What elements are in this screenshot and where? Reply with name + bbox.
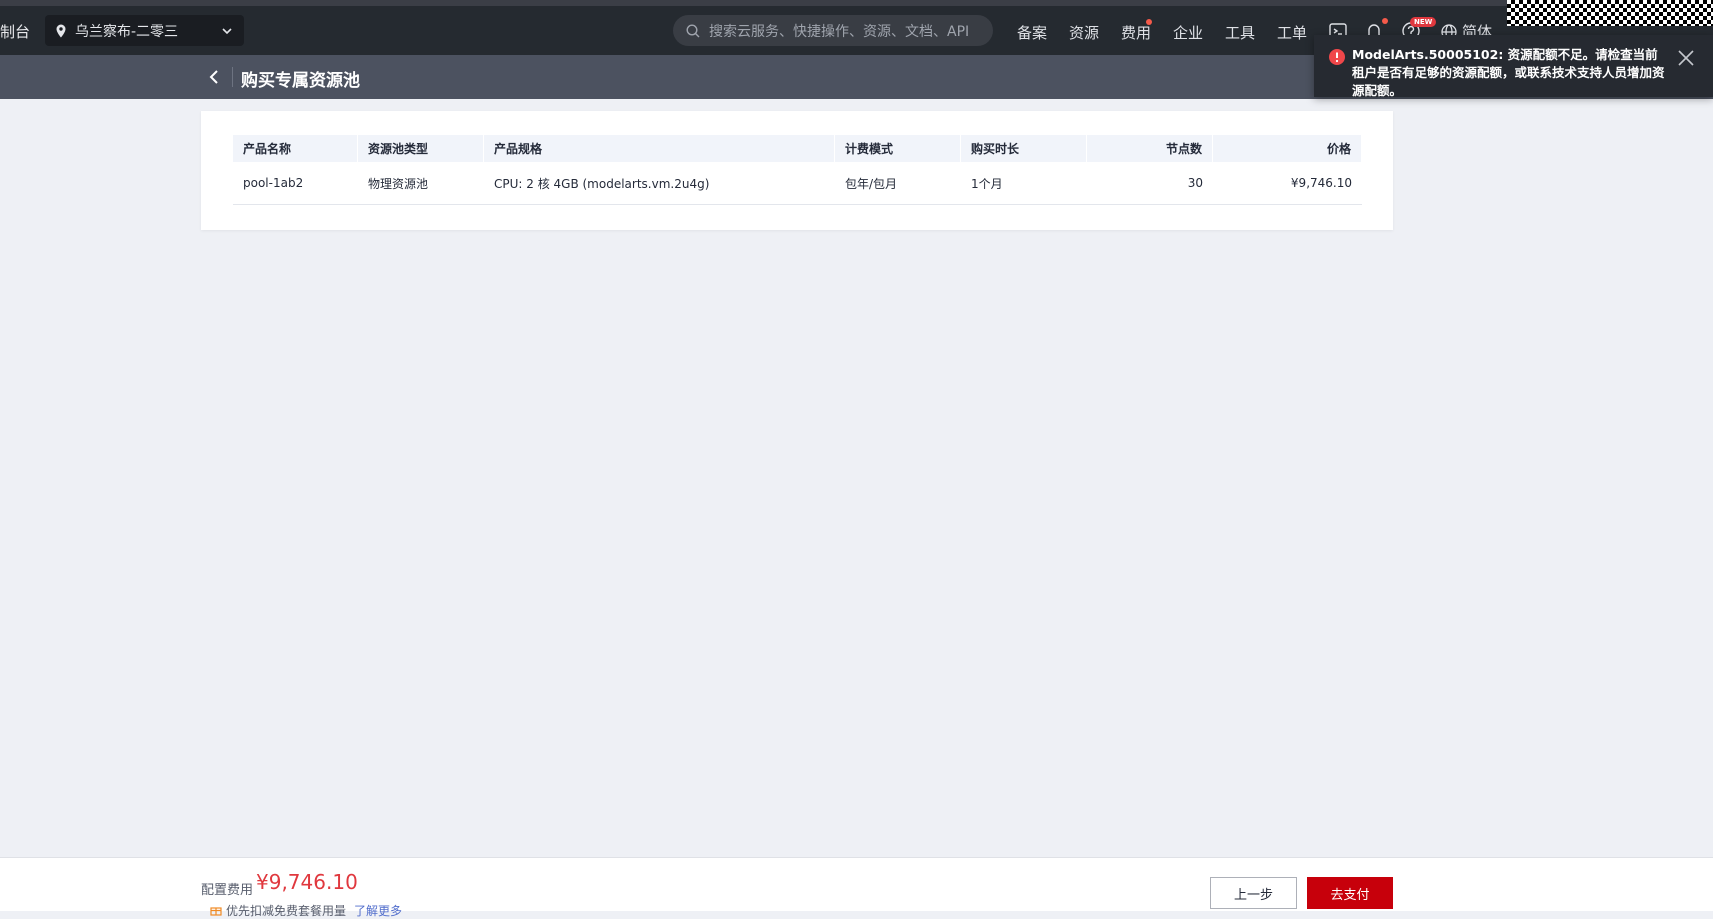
error-toast: ModelArts.50005102: 资源配额不足。请检查当前租户是否有足够的… [1314,35,1713,98]
learn-more-link[interactable]: 了解更多 [354,904,402,918]
cell-product-name: pool-1ab2 [243,176,304,190]
bell-notification-dot [1382,18,1388,24]
order-summary-card: 产品名称 资源池类型 产品规格 计费模式 购买时长 节点数 价格 pool-1a… [201,111,1393,230]
redacted-area [1507,0,1713,26]
cell-price: ¥9,746.10 [1290,176,1352,190]
search-placeholder: 搜索云服务、快捷操作、资源、文档、API [709,23,970,40]
table-header-row: 产品名称 资源池类型 产品规格 计费模式 购买时长 节点数 价格 [233,135,1362,162]
previous-step-button[interactable]: 上一步 [1210,877,1297,909]
order-table: 产品名称 资源池类型 产品规格 计费模式 购买时长 节点数 价格 pool-1a… [233,135,1362,205]
pay-button[interactable]: 去支付 [1307,877,1393,909]
search-icon [686,23,700,37]
col-header-spec: 产品规格 [484,135,835,162]
cell-billing-mode: 包年/包月 [845,176,898,191]
console-link[interactable]: 制台 [0,21,30,42]
region-label: 乌兰察布-二零三 [75,23,179,40]
global-search-input[interactable]: 搜索云服务、快捷操作、资源、文档、API [673,15,993,46]
fee-value: ¥9,746.10 [256,870,358,894]
location-pin-icon [56,24,66,37]
col-header-node-count: 节点数 [1087,135,1213,162]
new-badge: NEW [1410,17,1437,27]
header-divider [232,67,233,87]
nav-filing[interactable]: 备案 [1017,22,1047,43]
cell-duration: 1个月 [971,176,1003,191]
error-icon [1329,49,1345,65]
col-header-price: 价格 [1213,135,1362,162]
promo-note: 优先扣减免费套餐用量 了解更多 [210,902,402,919]
fee-label: 配置费用 [201,883,254,898]
gift-icon [210,907,222,916]
error-message: ModelArts.50005102: 资源配额不足。请检查当前租户是否有足够的… [1352,47,1665,98]
back-arrow-icon[interactable] [206,67,224,87]
cell-node-count: 30 [1187,176,1203,190]
col-header-product-name: 产品名称 [233,135,358,162]
promo-text: 优先扣减免费套餐用量 [226,904,347,918]
table-row: pool-1ab2 物理资源池 CPU: 2 核 4GB (modelarts.… [233,162,1362,205]
nav-tickets[interactable]: 工单 [1277,22,1307,43]
checkout-footer: 配置费用 ¥9,746.10 优先扣减免费套餐用量 了解更多 上一步 去支付 [0,857,1713,918]
cell-pool-type: 物理资源池 [368,176,429,191]
nav-tools[interactable]: 工具 [1225,22,1255,43]
billing-notification-dot [1146,19,1152,25]
region-selector[interactable]: 乌兰察布-二零三 [45,15,244,46]
nav-enterprise[interactable]: 企业 [1173,22,1203,43]
chevron-down-icon [222,27,232,34]
page-title: 购买专属资源池 [241,71,360,91]
cell-spec: CPU: 2 核 4GB (modelarts.vm.2u4g) [494,176,710,191]
close-icon[interactable] [1677,49,1695,67]
col-header-billing-mode: 计费模式 [835,135,961,162]
nav-billing[interactable]: 费用 [1121,22,1151,43]
col-header-pool-type: 资源池类型 [358,135,484,162]
nav-resources[interactable]: 资源 [1069,22,1099,43]
col-header-duration: 购买时长 [961,135,1087,162]
